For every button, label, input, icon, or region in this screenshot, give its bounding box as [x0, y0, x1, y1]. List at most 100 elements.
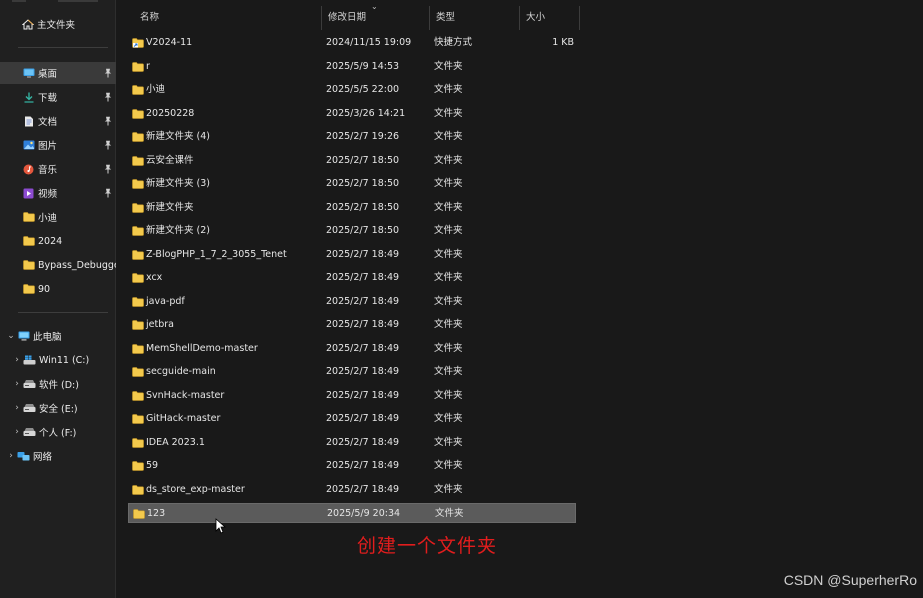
sidebar-item-label: 网络: [33, 452, 53, 463]
column-header-type[interactable]: 类型: [430, 6, 520, 30]
folder-icon: [132, 414, 144, 424]
file-size: [524, 315, 574, 335]
file-row[interactable]: MemShellDemo-master 2025/2/7 18:49 文件夹: [128, 339, 576, 359]
sidebar-item-label: Bypass_Debugger: [38, 259, 116, 271]
file-row[interactable]: jetbra 2025/2/7 18:49 文件夹: [128, 315, 576, 335]
file-name: 小迪: [146, 84, 166, 95]
folder-icon: [132, 273, 144, 283]
chevron-right-icon[interactable]: ›: [11, 427, 23, 437]
file-type: 文件夹: [434, 389, 463, 401]
pin-icon[interactable]: [104, 164, 112, 174]
sidebar-item-文档[interactable]: 文档: [0, 110, 116, 132]
sidebar-item-this-pc[interactable]: ⌄ 此电脑: [0, 325, 116, 347]
file-row[interactable]: 59 2025/2/7 18:49 文件夹: [128, 456, 576, 476]
file-name: MemShellDemo-master: [146, 342, 258, 354]
sidebar-item-音乐[interactable]: 音乐: [0, 158, 116, 180]
chevron-right-icon[interactable]: ›: [11, 379, 23, 389]
file-name: 新建文件夹 (4): [146, 131, 210, 142]
file-size: [524, 245, 574, 265]
file-size: [524, 268, 574, 288]
file-name: 123: [147, 508, 166, 519]
file-name: Z-BlogPHP_1_7_2_3055_Tenet: [146, 248, 287, 260]
sidebar-item-视频[interactable]: 视频: [0, 182, 116, 204]
sidebar-item-图片[interactable]: 图片: [0, 134, 116, 156]
file-size: [524, 151, 574, 171]
file-type: 文件夹: [434, 84, 463, 95]
folder-icon: [132, 155, 144, 166]
sidebar-item-个人-f[interactable]: › 个人 (F:): [0, 421, 116, 443]
file-size: [524, 409, 574, 429]
sidebar-item-安全-e[interactable]: › 安全 (E:): [0, 397, 116, 419]
file-row[interactable]: java-pdf 2025/2/7 18:49 文件夹: [128, 292, 576, 312]
file-row[interactable]: 新建文件夹 (2) 2025/2/7 18:50 文件夹: [128, 221, 576, 241]
sidebar-item-label: 90: [38, 283, 51, 295]
file-row[interactable]: ds_store_exp-master 2025/2/7 18:49 文件夹: [128, 480, 576, 500]
file-row[interactable]: 新建文件夹 2025/2/7 18:50 文件夹: [128, 198, 576, 218]
file-type: 文件夹: [434, 342, 463, 354]
pin-icon[interactable]: [104, 140, 112, 150]
file-type: 文件夹: [434, 483, 463, 495]
file-size: [524, 292, 574, 312]
sidebar-item-bypass-debugger[interactable]: Bypass_Debugger: [0, 254, 116, 276]
chevron-right-icon[interactable]: ›: [11, 355, 23, 365]
file-date: 2025/2/7 18:50: [326, 154, 400, 166]
chevron-right-icon[interactable]: ›: [11, 403, 23, 413]
file-row[interactable]: SvnHack-master 2025/2/7 18:49 文件夹: [128, 386, 576, 406]
file-row[interactable]: 云安全课件 2025/2/7 18:50 文件夹: [128, 151, 576, 171]
folder-icon: [132, 108, 144, 119]
pin-icon[interactable]: [104, 92, 112, 102]
pin-icon[interactable]: [104, 68, 112, 78]
sidebar-item-软件-d[interactable]: › 软件 (D:): [0, 373, 116, 395]
sidebar-item-2024[interactable]: 2024: [0, 230, 116, 252]
file-name: xcx: [146, 272, 163, 283]
file-row[interactable]: secguide-main 2025/2/7 18:49 文件夹: [128, 362, 576, 382]
file-row[interactable]: 小迪 2025/5/5 22:00 文件夹: [128, 80, 576, 100]
file-row[interactable]: V2024-11 2024/11/15 19:09 快捷方式 1 KB: [128, 33, 576, 53]
file-size: [524, 221, 574, 241]
chevron-right-icon[interactable]: ›: [5, 451, 17, 461]
column-header-size[interactable]: 大小: [520, 6, 580, 30]
sidebar-item-90[interactable]: 90: [0, 278, 116, 300]
file-size: [524, 456, 574, 476]
file-row[interactable]: r 2025/5/9 14:53 文件夹: [128, 57, 576, 77]
sidebar-item-小迪[interactable]: 小迪: [0, 206, 116, 228]
file-name: V2024-11: [146, 37, 193, 48]
file-row[interactable]: Z-BlogPHP_1_7_2_3055_Tenet 2025/2/7 18:49…: [128, 245, 576, 265]
sort-caret-icon: ⌄: [371, 2, 378, 11]
file-row[interactable]: IDEA 2023.1 2025/2/7 18:49 文件夹: [128, 433, 576, 453]
folder-icon: [132, 179, 144, 189]
sidebar-item-home[interactable]: 主文件夹: [0, 13, 116, 35]
sidebar-item-桌面[interactable]: 桌面: [0, 62, 116, 84]
column-header-name[interactable]: 名称: [134, 6, 322, 30]
download-icon: [22, 92, 35, 103]
file-size: [524, 198, 574, 218]
chevron-down-icon[interactable]: ⌄: [5, 331, 17, 341]
file-row[interactable]: 新建文件夹 (4) 2025/2/7 19:26 文件夹: [128, 127, 576, 147]
sidebar-item-下载[interactable]: 下载: [0, 86, 116, 108]
file-row[interactable]: 新建文件夹 (3) 2025/2/7 18:50 文件夹: [128, 174, 576, 194]
file-type: 文件夹: [434, 201, 463, 213]
picture-icon: [22, 140, 35, 151]
file-type: 文件夹: [434, 366, 463, 377]
file-list-pane: 名称 修改日期 类型 大小 ⌄ V2024-11 2024/11/15 19:09…: [117, 0, 923, 598]
sidebar-item-network[interactable]: › 网络: [0, 445, 116, 467]
file-row[interactable]: 20250228 2025/3/26 14:21 文件夹: [128, 104, 576, 124]
file-type: 文件夹: [434, 248, 463, 260]
sidebar-item-win11-c[interactable]: › Win11 (C:): [0, 349, 116, 371]
file-row[interactable]: GitHack-master 2025/2/7 18:49 文件夹: [128, 409, 576, 429]
file-type: 文件夹: [434, 272, 463, 283]
folder-icon: [22, 260, 35, 271]
folder-icon: [132, 226, 144, 236]
file-row[interactable]: xcx 2025/2/7 18:49 文件夹: [128, 268, 576, 288]
file-size: [524, 386, 574, 406]
folder-icon: [132, 343, 144, 354]
file-name: 新建文件夹 (3): [146, 178, 210, 189]
file-explorer-window: 主文件夹 桌面 下载 文档 图片 音乐 视频 小迪 2024 Bypass_Debugger 90 ⌄…: [0, 0, 923, 598]
file-type: 文件夹: [434, 60, 463, 72]
file-row[interactable]: 123 2025/5/9 20:34 文件夹: [128, 503, 576, 523]
pin-icon[interactable]: [104, 116, 112, 126]
folder-icon: [22, 236, 35, 247]
pin-icon[interactable]: [104, 188, 112, 198]
file-name: secguide-main: [146, 366, 216, 377]
file-size: [524, 480, 574, 500]
